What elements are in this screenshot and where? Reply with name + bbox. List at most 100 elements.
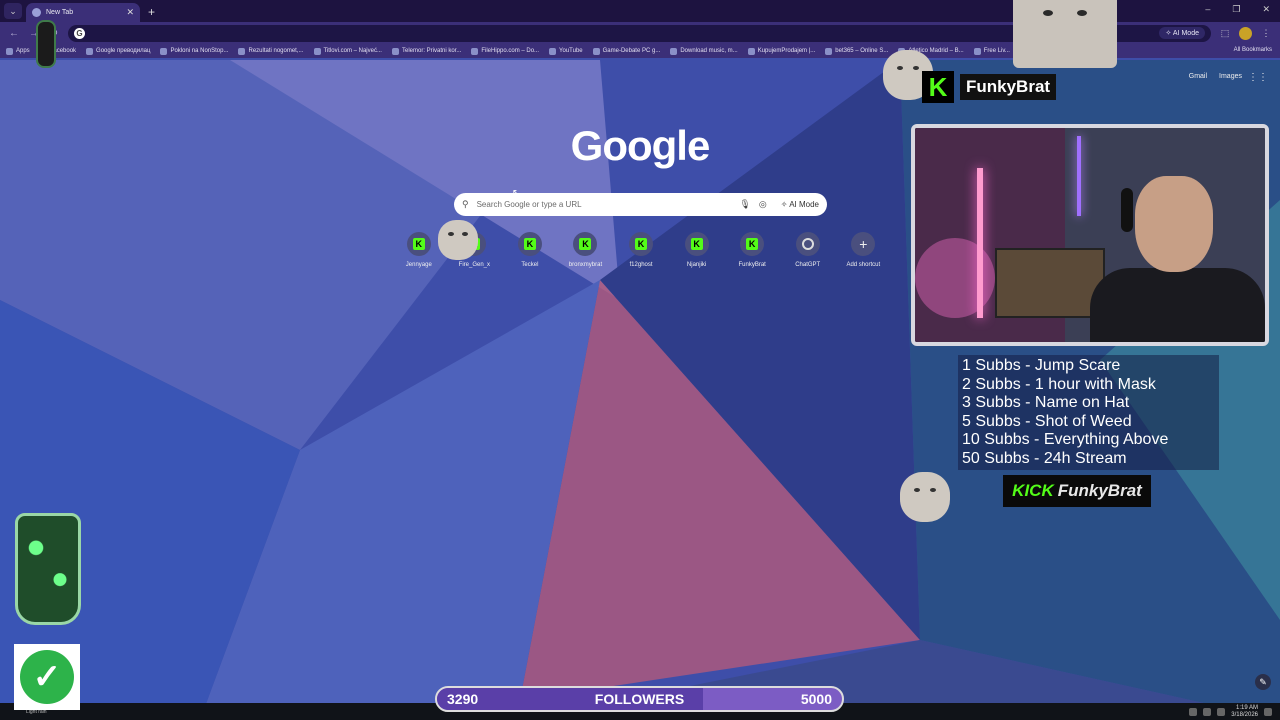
- bookmark-item[interactable]: KupujemProdajem |...: [747, 47, 815, 55]
- cat-overlay-image: [438, 220, 478, 260]
- shortcut-tile[interactable]: K FunkyBrat: [724, 232, 780, 277]
- maximize-button[interactable]: ❐: [1232, 4, 1240, 15]
- followers-goal: 5000: [800, 691, 832, 707]
- cat-eye: [914, 488, 920, 492]
- microphone-icon[interactable]: 🎙: [739, 199, 750, 210]
- notifications-icon[interactable]: [1264, 707, 1272, 716]
- shortcut-tile[interactable]: K Njanjiki: [669, 232, 725, 277]
- shortcut-tile[interactable]: ChatGPT: [780, 232, 836, 277]
- google-logo: Google: [570, 122, 711, 169]
- bookmark-item[interactable]: FileHippo.com – Do...: [471, 47, 539, 55]
- shortcut-label: Add shortcut: [846, 262, 881, 268]
- bookmark-label: bet365 – Online S...: [835, 48, 889, 54]
- shortcut-label: Jennyage: [405, 262, 432, 268]
- sub-goal-item: 50 Subbs - 24h Stream: [962, 449, 1127, 467]
- search-box[interactable]: ⚲ Search Google or type a URL 🎙 ◎ ✧ AI M…: [454, 193, 827, 216]
- alien-overlay-image: [36, 20, 56, 68]
- bookmark-favicon-icon: [391, 47, 399, 55]
- streamer-body: [1090, 268, 1265, 342]
- images-link[interactable]: Images: [1219, 73, 1242, 80]
- profile-avatar[interactable]: [1239, 26, 1252, 40]
- close-window-button[interactable]: ✕: [1262, 4, 1270, 15]
- neon-light: [1077, 136, 1081, 216]
- monitor-screen: [995, 248, 1105, 318]
- shortcut-tile[interactable]: + Add shortcut: [836, 232, 892, 277]
- bookmark-item[interactable]: YouTube: [549, 47, 583, 55]
- bookmark-favicon-icon: [6, 47, 13, 55]
- bookmark-item[interactable]: bet365 – Online S...: [825, 47, 889, 55]
- google-lens-icon[interactable]: ◎: [759, 199, 767, 210]
- bookmark-item[interactable]: Free Liv...: [973, 47, 1010, 55]
- tab-search-button[interactable]: ⌄: [4, 3, 22, 19]
- followers-goal-bar: 3290 FOLLOWERS 5000: [435, 686, 844, 712]
- bookmark-favicon-icon: [549, 47, 557, 55]
- bookmark-favicon-icon: [471, 47, 479, 55]
- volume-icon[interactable]: [1217, 707, 1226, 716]
- clock-date: 3/18/2026: [1231, 711, 1258, 718]
- new-tab-button[interactable]: +: [148, 5, 155, 19]
- gmail-link[interactable]: Gmail: [1189, 73, 1207, 80]
- shortcut-tile[interactable]: Kf12ghost: [613, 232, 669, 277]
- kick-icon: K: [406, 232, 431, 256]
- bookmark-label: Apps: [16, 48, 30, 54]
- minimize-button[interactable]: –: [1205, 4, 1210, 15]
- shortcut-tile[interactable]: Kbronxmybrat: [558, 232, 614, 277]
- sub-goal-item: 1 Subbs - Jump Scare: [962, 357, 1121, 374]
- sub-goals-panel: 1 Subbs - Jump Scare 2 Subbs - 1 hour wit…: [958, 355, 1219, 470]
- headphones-icon: [1121, 188, 1133, 232]
- omnibox-ai-mode-button[interactable]: ✧ AI Mode: [1159, 27, 1205, 39]
- cat-eye: [913, 66, 919, 70]
- bookmark-label: Rezultati nogomet,...: [248, 48, 304, 54]
- shortcut-label: bronxmybrat: [568, 262, 603, 268]
- search-input[interactable]: Search Google or type a URL: [477, 200, 732, 209]
- customize-pencil-icon[interactable]: ✎: [1255, 674, 1271, 690]
- kick-icon: K: [740, 232, 765, 256]
- kick-icon: K: [629, 232, 654, 256]
- bookmark-item[interactable]: Rezultati nogomet,...: [238, 47, 304, 55]
- cat-eye: [462, 232, 468, 236]
- bookmark-label: YouTube: [559, 48, 583, 54]
- channel-banner: K FunkyBrat: [922, 70, 1062, 104]
- more-menu-icon[interactable]: ⋮: [1260, 27, 1272, 39]
- streamer-head: [1135, 176, 1213, 272]
- bookmark-item[interactable]: Apps: [6, 47, 30, 55]
- google-g-icon: G: [74, 27, 85, 39]
- network-icon[interactable]: [1203, 707, 1212, 716]
- cat-eye: [1043, 10, 1053, 16]
- bookmark-favicon-icon: [238, 47, 246, 55]
- bookmark-item[interactable]: Google преводилац: [86, 47, 150, 55]
- bookmark-item[interactable]: Game-Debate PC g...: [592, 47, 661, 55]
- all-bookmarks-button[interactable]: All Bookmarks: [1234, 47, 1272, 53]
- sub-goal-item: 10 Subbs - Everything Above: [962, 431, 1169, 448]
- sub-goal-item: 3 Subbs - Name on Hat: [962, 394, 1130, 411]
- google-apps-icon[interactable]: ⋮⋮: [1248, 72, 1268, 83]
- shortcut-tile[interactable]: K Teckel: [502, 232, 558, 277]
- shortcut-label: Fire_Gen_x: [458, 262, 491, 268]
- bookmark-favicon-icon: [825, 47, 833, 55]
- bookmark-item[interactable]: Titlovi.com – Najveć...: [313, 47, 382, 55]
- back-button[interactable]: ←: [8, 28, 20, 39]
- followers-label: FOLLOWERS: [594, 691, 685, 707]
- kick-icon: K: [573, 232, 598, 256]
- shortcut-label: FunkyBrat: [738, 262, 766, 268]
- ai-mode-label: AI Mode: [789, 200, 819, 209]
- bookmark-item[interactable]: Telemor: Privatni kor...: [391, 47, 461, 55]
- ai-mode-button[interactable]: ✧ AI Mode: [775, 200, 819, 209]
- neon-light: [977, 168, 983, 318]
- bookmark-item[interactable]: Pokloni na NonStop...: [160, 47, 228, 55]
- shortcut-label: f12ghost: [629, 262, 653, 268]
- kick-logo-icon: K: [922, 71, 954, 103]
- bookmark-label: Game-Debate PC g...: [602, 48, 661, 54]
- bookmark-favicon-icon: [973, 47, 981, 55]
- sub-goal-item: 5 Subbs - Shot of Weed: [962, 412, 1132, 430]
- clock[interactable]: 1:19 AM 3/18/2026: [1231, 705, 1258, 719]
- close-icon[interactable]: ✕: [126, 7, 134, 18]
- weed-jar-overlay-image: [15, 513, 81, 625]
- bookmark-item[interactable]: Download music, m...: [670, 47, 738, 55]
- mouse-cursor-icon: ↖: [512, 188, 521, 199]
- cat-eye: [1077, 10, 1087, 16]
- followers-current: 3290: [447, 691, 479, 707]
- bookmark-label: Download music, m...: [680, 48, 738, 54]
- extensions-icon[interactable]: ⬚: [1219, 27, 1231, 39]
- tray-chevron-icon[interactable]: [1189, 707, 1198, 716]
